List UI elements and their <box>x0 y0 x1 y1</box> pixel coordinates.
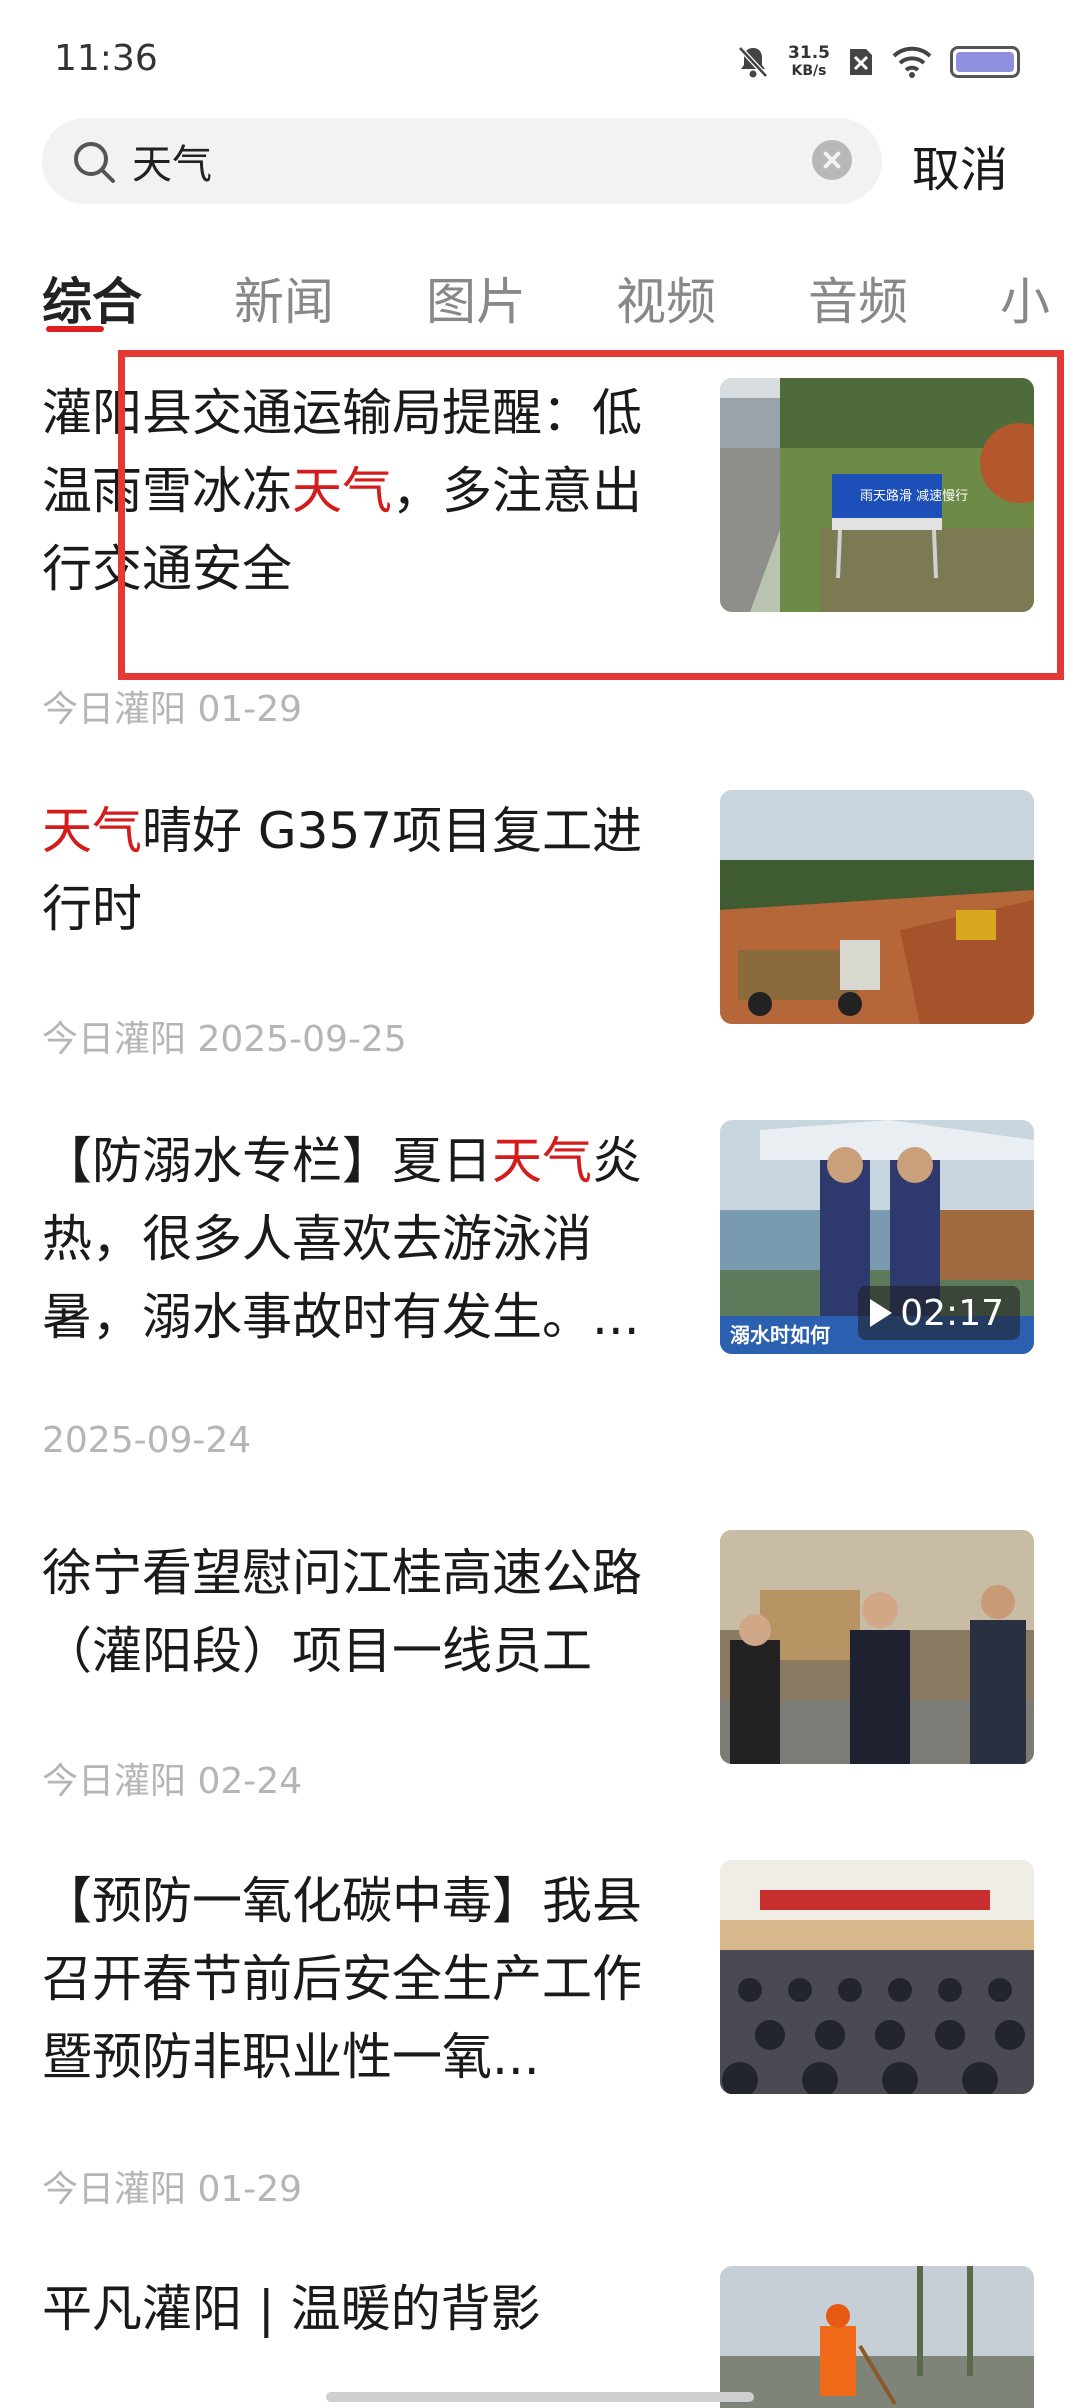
news-title: 徐宁看望慰问江桂高速公路（灌阳段）项目一线员工 <box>42 1544 642 1680</box>
news-title: 【防溺水专栏】夏日天气炎热，很多人喜欢去游泳消暑，溺水事故时有发生。... <box>42 1132 642 1346</box>
news-meta: 今日灌阳 01-29 <box>42 2160 302 2212</box>
news-meta: 今日灌阳 02-24 <box>42 1752 302 1804</box>
search-box[interactable] <box>42 118 882 204</box>
news-source: 今日灌阳 <box>42 2169 187 2210</box>
video-thumbnail[interactable]: 溺水时如何 02:17 <box>720 1120 1034 1354</box>
news-thumbnail <box>720 790 1034 1024</box>
cancel-button[interactable]: 取消 <box>912 130 1008 200</box>
battery-icon <box>950 46 1020 78</box>
active-tab-indicator <box>46 326 104 332</box>
news-thumbnail <box>720 2266 1034 2408</box>
video-duration: 02:17 <box>900 1292 1004 1334</box>
clear-search-icon[interactable] <box>812 140 852 180</box>
news-thumbnail <box>720 1860 1034 2094</box>
news-title: 【预防一氧化碳中毒】我县召开春节前后安全生产工作暨预防非职业性一氧... <box>42 1872 642 2086</box>
news-date: 01-29 <box>197 2169 303 2210</box>
news-meta: 2025-09-24 <box>42 1420 251 1461</box>
news-meta: 今日灌阳 01-29 <box>42 680 302 732</box>
news-title: 天气晴好 G357项目复工进行时 <box>42 802 643 938</box>
tab-comprehensive[interactable]: 综合 <box>42 262 142 334</box>
tab-more[interactable]: 小 <box>1000 262 1050 334</box>
news-date: 02-24 <box>197 1761 303 1802</box>
no-sim-icon <box>850 49 872 75</box>
video-duration-badge: 02:17 <box>858 1286 1020 1340</box>
home-indicator[interactable] <box>326 2392 754 2402</box>
net-speed-value: 31.5 <box>788 43 830 63</box>
category-tabs: 综合 新闻 图片 视频 音频 小 <box>42 262 1080 352</box>
news-source: 今日灌阳 <box>42 689 187 730</box>
net-speed: 31.5 KB/s <box>788 44 830 80</box>
annotation-highlight-box <box>118 350 1064 680</box>
tab-audio[interactable]: 音频 <box>808 262 908 334</box>
search-input[interactable] <box>132 118 812 204</box>
tab-video[interactable]: 视频 <box>616 262 716 334</box>
wifi-icon <box>892 46 932 78</box>
news-title: 平凡灌阳 | 温暖的背影 <box>42 2280 541 2338</box>
mute-bell-icon <box>738 46 768 78</box>
news-source: 今日灌阳 <box>42 1761 187 1802</box>
news-date: 2025-09-25 <box>197 1019 407 1060</box>
tab-news[interactable]: 新闻 <box>234 262 334 334</box>
news-date: 01-29 <box>197 689 303 730</box>
news-source: 今日灌阳 <box>42 1019 187 1060</box>
status-icons: 31.5 KB/s <box>736 40 1020 84</box>
play-icon <box>870 1299 893 1327</box>
status-bar: 11:36 31.5 KB/s <box>0 0 1080 120</box>
search-icon <box>74 142 115 183</box>
video-caption: 溺水时如何 <box>730 1323 830 1347</box>
tab-images[interactable]: 图片 <box>426 262 526 334</box>
news-meta: 今日灌阳 2025-09-25 <box>42 1010 407 1062</box>
net-speed-unit: KB/s <box>791 63 827 79</box>
news-date: 2025-09-24 <box>42 1420 252 1461</box>
news-thumbnail <box>720 1530 1034 1764</box>
status-time: 11:36 <box>54 38 158 79</box>
